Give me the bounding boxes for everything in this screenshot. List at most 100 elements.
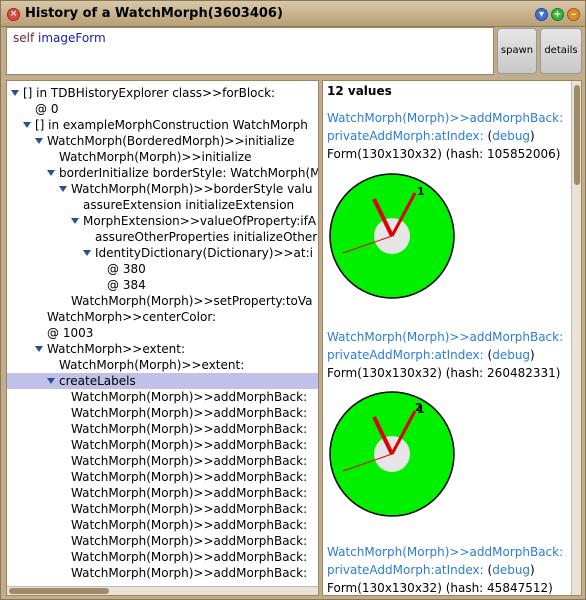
form-description: Form(130x130x32) (hash: 45847512) — [327, 581, 553, 595]
disclosure-triangle-icon[interactable] — [83, 250, 91, 256]
values-pane[interactable]: 12 values WatchMorph(Morph)>>addMorphBac… — [322, 80, 582, 596]
tree-row-label: assureOtherProperties initializeOther — [95, 230, 318, 244]
tree-row[interactable]: WatchMorph(Morph)>>addMorphBack: — [7, 517, 318, 533]
tree-row[interactable]: WatchMorph(Morph)>>addMorphBack: — [7, 469, 318, 485]
tree-row-label: @ 1003 — [47, 326, 94, 340]
tree-row-label: [] in TDBHistoryExplorer class>>forBlock… — [23, 86, 276, 100]
tree-row[interactable]: assureExtension initializeExtension — [7, 197, 318, 213]
value-entry: WatchMorph(Morph)>>addMorphBack: privateA… — [327, 543, 572, 595]
tree-row-label: WatchMorph(Morph)>>addMorphBack: — [71, 534, 308, 548]
tree-row[interactable]: WatchMorph(Morph)>>addMorphBack: — [7, 405, 318, 421]
disclosure-triangle-icon[interactable] — [47, 170, 55, 176]
clock-number-label: 1 — [417, 185, 425, 198]
value-method-line2: privateAddMorph:atIndex: (debug) — [327, 561, 572, 579]
call-tree[interactable]: WatchMorph(Morph)>>addMorphBack: WatchMor… — [6, 80, 319, 596]
tree-row[interactable]: WatchMorph>>extent: — [7, 341, 318, 357]
window-menu-icon[interactable]: ▾ — [535, 8, 548, 21]
tree-row[interactable]: MorphExtension>>valueOfProperty:ifA — [7, 213, 318, 229]
tree-row-label: WatchMorph(Morph)>>extent: — [59, 358, 245, 372]
value-entry: WatchMorph(Morph)>>addMorphBack: privateA… — [327, 328, 572, 382]
debug-link[interactable]: debug — [492, 129, 530, 143]
tree-row[interactable]: WatchMorph(Morph)>>addMorphBack: — [7, 533, 318, 549]
disclosure-triangle-icon[interactable] — [59, 186, 67, 192]
tree-row[interactable]: [] in TDBHistoryExplorer class>>forBlock… — [7, 85, 318, 101]
clock-number-label: 2 — [415, 401, 423, 414]
tree-row-label: WatchMorph>>centerColor: — [47, 310, 217, 324]
tree-row-label: WatchMorph>>extent: — [47, 342, 186, 356]
tree-row[interactable]: @ 0 — [7, 101, 318, 117]
tree-row-label: [] in exampleMorphConstruction WatchMorp… — [35, 118, 308, 132]
tree-horizontal-scrollbar[interactable] — [7, 586, 318, 595]
paren-close: ) — [530, 563, 535, 577]
title-bar[interactable]: × History of a WatchMorph(3603406) ▾ + – — [1, 1, 585, 27]
values-vertical-scrollbar[interactable] — [571, 81, 581, 595]
tree-row[interactable]: WatchMorph(Morph)>>addMorphBack: — [7, 485, 318, 501]
expand-icon[interactable]: + — [551, 8, 564, 21]
tree-scrollbar-thumb[interactable] — [9, 588, 109, 594]
disclosure-triangle-icon[interactable] — [11, 90, 19, 96]
tree-row-label: WatchMorph(Morph)>>addMorphBack: — [71, 390, 308, 404]
value-method-link[interactable]: WatchMorph(Morph)>>addMorphBack: — [327, 328, 572, 346]
tree-row-label: WatchMorph(Morph)>>borderStyle valu — [71, 182, 313, 196]
tree-row[interactable]: IdentityDictionary(Dictionary)>>at:i — [7, 245, 318, 261]
code-message: imageForm — [38, 31, 106, 45]
watch-morph-image: 1 — [329, 173, 455, 299]
disclosure-triangle-icon[interactable] — [35, 346, 43, 352]
window-title: History of a WatchMorph(3603406) — [25, 6, 283, 21]
value-method-link[interactable]: WatchMorph(Morph)>>addMorphBack: — [327, 109, 572, 127]
paren-close: ) — [530, 129, 535, 143]
disclosure-triangle-icon[interactable] — [47, 378, 55, 384]
tree-row[interactable]: WatchMorph(Morph)>>addMorphBack: — [7, 421, 318, 437]
tree-row[interactable]: WatchMorph(Morph)>>borderStyle valu — [7, 181, 318, 197]
value-method-link[interactable]: WatchMorph(Morph)>>addMorphBack: — [327, 543, 572, 561]
values-scrollbar-thumb[interactable] — [574, 85, 580, 185]
tree-row[interactable]: WatchMorph(Morph)>>addMorphBack: — [7, 565, 318, 581]
code-text[interactable]: self imageForm — [13, 31, 106, 45]
disclosure-triangle-icon[interactable] — [23, 122, 31, 128]
tree-row[interactable]: WatchMorph(Morph)>>addMorphBack: — [7, 437, 318, 453]
tree-row[interactable]: [] in exampleMorphConstruction WatchMorp… — [7, 117, 318, 133]
code-receiver: self — [13, 31, 35, 45]
tree-row-label: WatchMorph(Morph)>>addMorphBack: — [71, 566, 308, 580]
spawn-button[interactable]: spawn — [497, 28, 537, 74]
debug-link[interactable]: debug — [492, 348, 530, 362]
tree-row[interactable]: @ 380 — [7, 261, 318, 277]
close-icon[interactable]: × — [7, 8, 20, 21]
tree-row-label: @ 0 — [35, 102, 59, 116]
tree-row[interactable]: WatchMorph(BorderedMorph)>>initialize — [7, 133, 318, 149]
tree-row-label: assureExtension initializeExtension — [83, 198, 295, 212]
tree-row[interactable]: WatchMorph>>centerColor: — [7, 309, 318, 325]
tree-row[interactable]: WatchMorph(Morph)>>addMorphBack: — [7, 453, 318, 469]
disclosure-triangle-icon[interactable] — [71, 218, 79, 224]
tree-row-label: @ 384 — [107, 278, 146, 292]
history-window: × History of a WatchMorph(3603406) ▾ + –… — [0, 0, 586, 600]
tree-row-label: WatchMorph(Morph)>>addMorphBack: — [71, 502, 308, 516]
tree-row-label: createLabels — [59, 374, 136, 388]
tree-row-label: MorphExtension>>valueOfProperty:ifA — [83, 214, 317, 228]
collapse-icon[interactable]: – — [567, 8, 580, 21]
tree-row[interactable]: createLabels — [7, 373, 318, 389]
tree-row[interactable]: @ 1003 — [7, 325, 318, 341]
code-editor[interactable]: self imageForm — [6, 27, 494, 75]
tree-row-label: @ 380 — [107, 262, 146, 276]
tree-row-label: WatchMorph(Morph)>>addMorphBack: — [71, 486, 308, 500]
tree-row[interactable]: assureOtherProperties initializeOther — [7, 229, 318, 245]
tree-row-label: WatchMorph(Morph)>>addMorphBack: — [71, 438, 308, 452]
tree-row[interactable]: WatchMorph(Morph)>>addMorphBack: — [7, 501, 318, 517]
tree-row[interactable]: WatchMorph(Morph)>>extent: — [7, 357, 318, 373]
tree-row-label: WatchMorph(Morph)>>setProperty:toVa — [71, 294, 313, 308]
tree-row[interactable]: WatchMorph(Morph)>>initialize — [7, 149, 318, 165]
value-selector-link[interactable]: privateAddMorph:atIndex: — [327, 563, 488, 577]
tree-row[interactable]: borderInitialize borderStyle: WatchMorph… — [7, 165, 318, 181]
tree-row[interactable]: @ 384 — [7, 277, 318, 293]
tree-row[interactable]: WatchMorph(Morph)>>addMorphBack: — [7, 389, 318, 405]
details-button[interactable]: details — [540, 28, 582, 74]
tree-row[interactable]: WatchMorph(Morph)>>setProperty:toVa — [7, 293, 318, 309]
tree-row[interactable]: WatchMorph(Morph)>>addMorphBack: — [7, 549, 318, 565]
tree-row-label: WatchMorph(BorderedMorph)>>initialize — [47, 134, 295, 148]
value-selector-link[interactable]: privateAddMorph:atIndex: — [327, 129, 488, 143]
debug-link[interactable]: debug — [492, 563, 530, 577]
disclosure-triangle-icon[interactable] — [35, 138, 43, 144]
value-selector-link[interactable]: privateAddMorph:atIndex: — [327, 348, 488, 362]
tree-row-label: borderInitialize borderStyle: WatchMorph… — [59, 166, 318, 180]
